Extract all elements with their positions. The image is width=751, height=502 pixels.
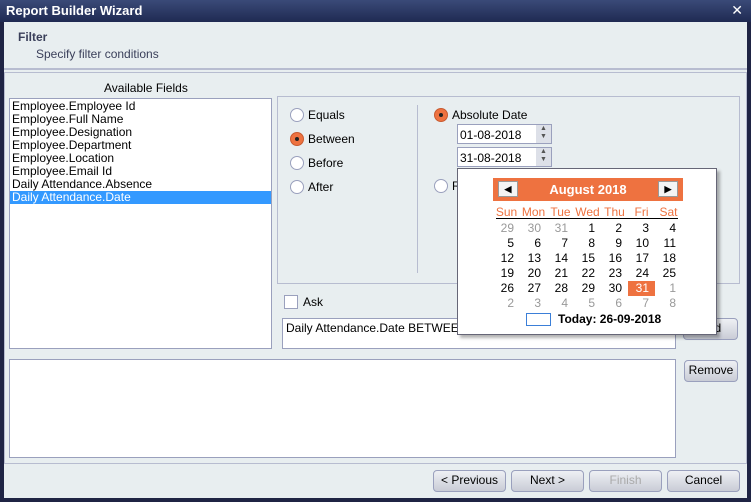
calendar-day[interactable]: 23: [601, 266, 628, 281]
available-fields-label: Available Fields: [104, 81, 188, 95]
available-fields-list[interactable]: Employee.Employee Id Employee.Full Name Em…: [9, 98, 272, 349]
weekday-header: Wed: [575, 205, 600, 219]
from-date-input[interactable]: 01-08-2018 ▲ ▼: [457, 124, 552, 144]
calendar-day[interactable]: 2: [493, 296, 520, 311]
calendar-day[interactable]: 3: [628, 221, 655, 236]
calendar-day[interactable]: 6: [520, 236, 547, 251]
calendar-day[interactable]: 10: [628, 236, 655, 251]
calendar-day[interactable]: 4: [655, 221, 682, 236]
calendar-header: ◀ August 2018 ▶: [493, 178, 683, 201]
previous-button[interactable]: < Previous: [433, 470, 506, 492]
today-link[interactable]: Today: 26-09-2018: [558, 312, 661, 326]
next-button[interactable]: Next >: [511, 470, 584, 492]
finish-button[interactable]: Finish: [589, 470, 662, 492]
weekday-header: Mon: [521, 205, 546, 219]
calendar-day[interactable]: 22: [574, 266, 601, 281]
conditions-list[interactable]: [9, 359, 676, 458]
calendar-day[interactable]: 8: [574, 236, 601, 251]
absolute-date-radio[interactable]: [434, 108, 448, 122]
expression-text: Daily Attendance.Date BETWEEN 0: [286, 321, 478, 335]
calendar-day[interactable]: 28: [547, 281, 574, 296]
today-marker: [526, 313, 551, 326]
operator-label: Equals: [308, 108, 345, 122]
calendar-day[interactable]: 26: [493, 281, 520, 296]
ask-checkbox[interactable]: [284, 295, 298, 309]
close-icon[interactable]: ✕: [731, 2, 743, 19]
calendar-day[interactable]: 4: [547, 296, 574, 311]
weekday-header: Sun: [495, 205, 518, 219]
calendar-day[interactable]: 7: [547, 236, 574, 251]
to-date-value: 31-08-2018: [460, 151, 522, 165]
operator-label: Before: [308, 156, 344, 170]
calendar-day[interactable]: 5: [574, 296, 601, 311]
calendar-day[interactable]: 17: [628, 251, 655, 266]
page-subtitle: Specify filter conditions: [36, 47, 159, 61]
calendar-day[interactable]: 14: [547, 251, 574, 266]
calendar-day[interactable]: 18: [655, 251, 682, 266]
weekday-header: Sat: [659, 205, 678, 219]
calendar-day[interactable]: 13: [520, 251, 547, 266]
calendar-day[interactable]: 7: [628, 296, 655, 311]
weekday-header: Thu: [604, 205, 625, 219]
cancel-button[interactable]: Cancel: [667, 470, 740, 492]
page-title: Filter: [18, 30, 48, 44]
calendar-day[interactable]: 16: [601, 251, 628, 266]
weekday-header: Fri: [634, 205, 649, 219]
relative-date-radio[interactable]: [434, 179, 448, 193]
ask-label: Ask: [303, 295, 324, 309]
calendar-day[interactable]: 30: [520, 221, 547, 236]
from-date-value: 01-08-2018: [460, 128, 522, 142]
calendar-day[interactable]: 27: [520, 281, 547, 296]
from-date-spinner[interactable]: ▲ ▼: [536, 125, 551, 143]
next-month-button[interactable]: ▶: [658, 181, 678, 197]
absolute-date-label: Absolute Date: [452, 108, 528, 122]
operator-radio[interactable]: [290, 108, 304, 122]
calendar-month: August 2018: [549, 182, 627, 197]
operator-label: Between: [308, 132, 355, 146]
divider: [417, 105, 418, 273]
weekday-header: Tue: [550, 205, 571, 219]
remove-button[interactable]: Remove: [684, 360, 738, 382]
calendar-popup: ◀ August 2018 ▶ Sun Mon Tue Wed Thu Fri Sat 29 3…: [457, 168, 717, 335]
title-bar: Report Builder Wizard: [0, 0, 751, 22]
calendar-day[interactable]: 6: [601, 296, 628, 311]
calendar-day[interactable]: 31: [628, 281, 655, 296]
calendar-day[interactable]: 9: [601, 236, 628, 251]
calendar-day[interactable]: 24: [628, 266, 655, 281]
calendar-day[interactable]: 5: [493, 236, 520, 251]
calendar-day[interactable]: 31: [547, 221, 574, 236]
operator-radio[interactable]: [290, 132, 304, 146]
operator-radio[interactable]: [290, 156, 304, 170]
calendar-day[interactable]: 11: [655, 236, 682, 251]
calendar-day[interactable]: 15: [574, 251, 601, 266]
field-item[interactable]: Daily Attendance.Date: [10, 191, 271, 204]
to-date-spinner[interactable]: ▲ ▼: [536, 148, 551, 166]
calendar-day[interactable]: 12: [493, 251, 520, 266]
calendar-day[interactable]: 21: [547, 266, 574, 281]
calendar-day[interactable]: 2: [601, 221, 628, 236]
prev-month-button[interactable]: ◀: [498, 181, 518, 197]
operator-label: After: [308, 180, 334, 194]
window-title: Report Builder Wizard: [6, 3, 143, 18]
calendar-day[interactable]: 20: [520, 266, 547, 281]
calendar-day[interactable]: 30: [601, 281, 628, 296]
calendar-day[interactable]: 29: [493, 221, 520, 236]
wizard-header: Filter Specify filter conditions: [4, 22, 747, 70]
calendar-day[interactable]: 25: [655, 266, 682, 281]
operator-radio[interactable]: [290, 180, 304, 194]
calendar-day[interactable]: 29: [574, 281, 601, 296]
calendar-day[interactable]: 1: [574, 221, 601, 236]
calendar-day[interactable]: 1: [655, 281, 682, 296]
calendar-day[interactable]: 8: [655, 296, 682, 311]
to-date-input[interactable]: 31-08-2018 ▲ ▼: [457, 147, 552, 167]
calendar-day[interactable]: 3: [520, 296, 547, 311]
calendar-day[interactable]: 19: [493, 266, 520, 281]
